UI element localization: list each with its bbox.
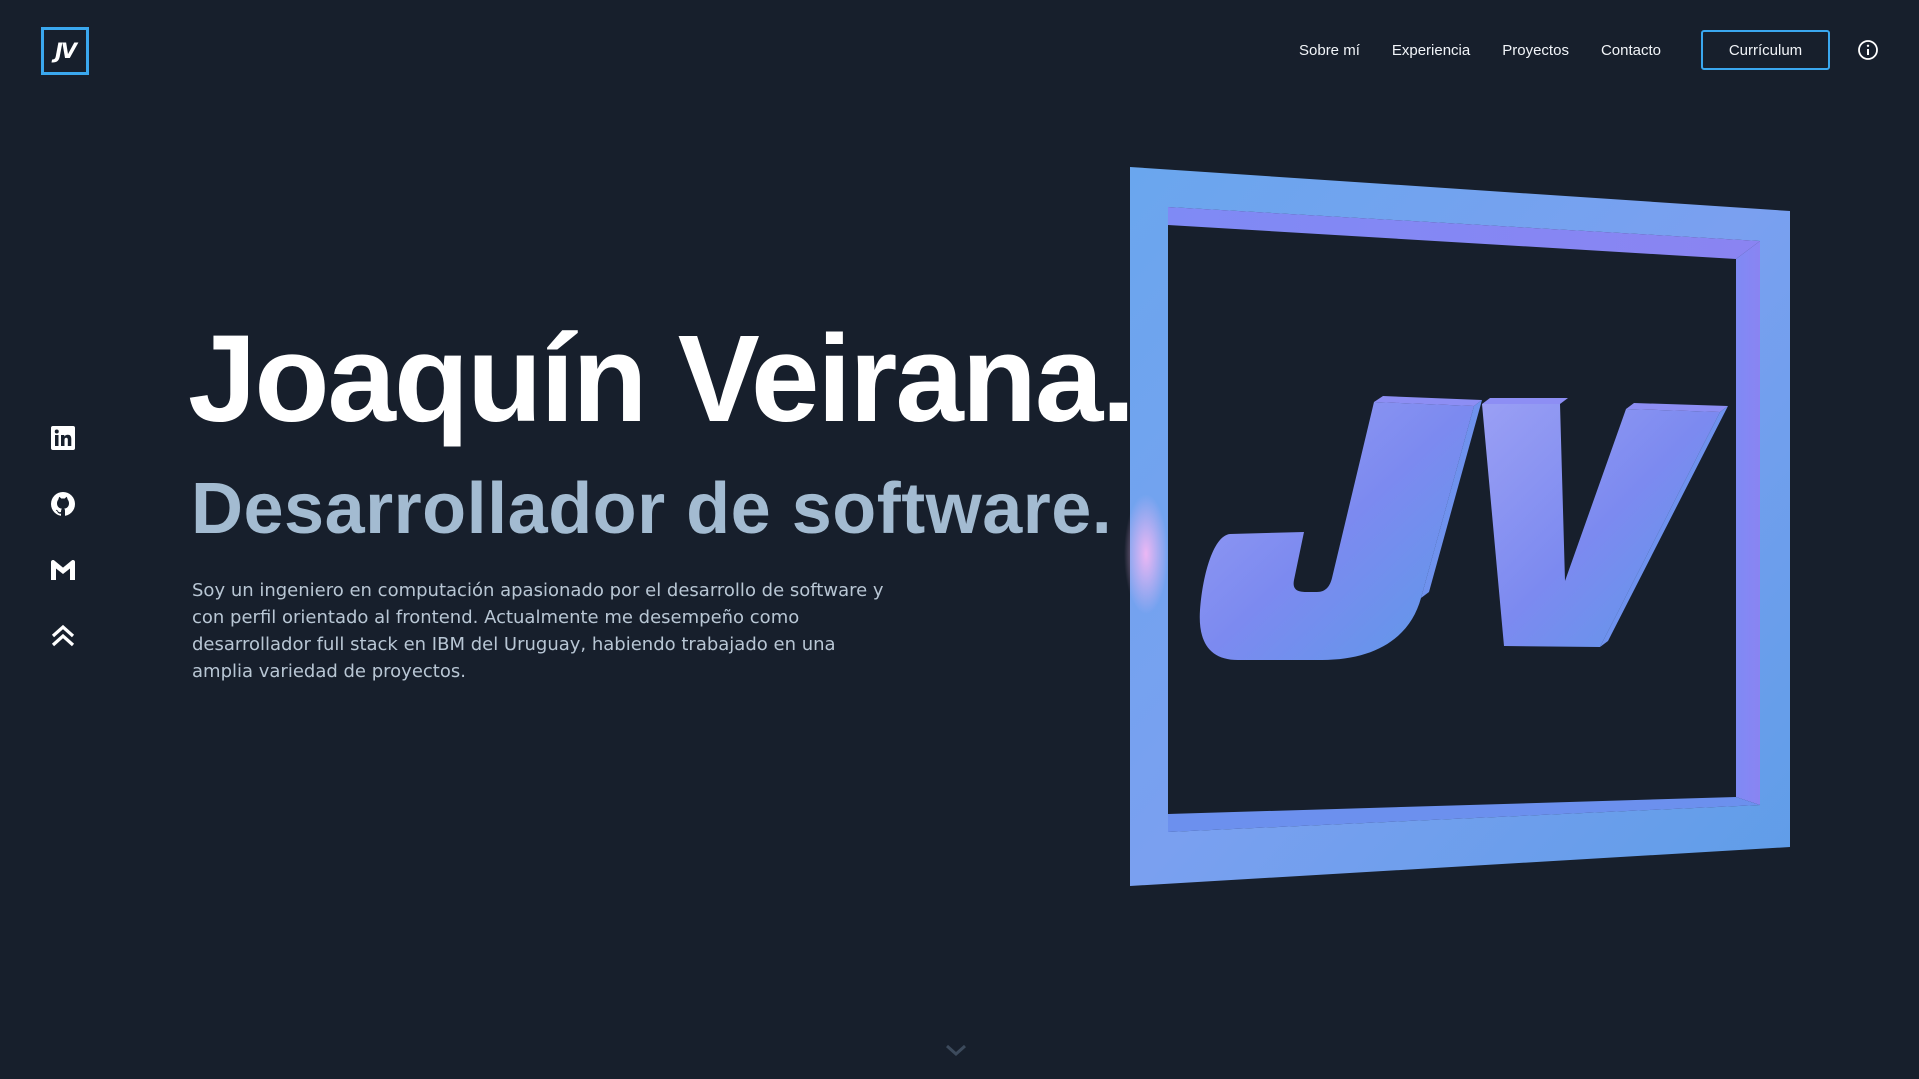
linkedin-icon[interactable] <box>49 425 77 451</box>
nav-link-sobre-mi[interactable]: Sobre mí <box>1299 42 1360 59</box>
gmail-icon[interactable] <box>49 557 77 583</box>
site-logo[interactable]: JV <box>41 27 89 75</box>
nav-link-contacto[interactable]: Contacto <box>1601 42 1661 59</box>
page: JV Sobre mí Experiencia Proyectos Contac… <box>0 0 1919 1079</box>
hero-description: Soy un ingeniero en computación apasiona… <box>192 580 884 682</box>
hero-name: Joaquín Veirana. <box>188 311 1136 448</box>
nav-link-proyectos[interactable]: Proyectos <box>1502 42 1569 59</box>
chevron-down-icon[interactable] <box>944 1042 968 1058</box>
logo-text: JV <box>54 39 77 63</box>
curriculum-button[interactable]: Currículum <box>1701 30 1830 70</box>
jv-3d-logo-illustration <box>1120 160 1800 895</box>
curriculum-button-label: Currículum <box>1728 41 1803 59</box>
double-chevron-up-icon[interactable] <box>49 623 77 649</box>
social-links <box>49 425 77 649</box>
nav-link-experiencia[interactable]: Experiencia <box>1392 42 1470 59</box>
github-icon[interactable] <box>49 491 77 517</box>
main-nav: Sobre mí Experiencia Proyectos Contacto … <box>1267 0 1919 100</box>
hero-role: Desarrollador de software. <box>191 469 1113 549</box>
info-circle-icon[interactable] <box>1856 38 1880 62</box>
